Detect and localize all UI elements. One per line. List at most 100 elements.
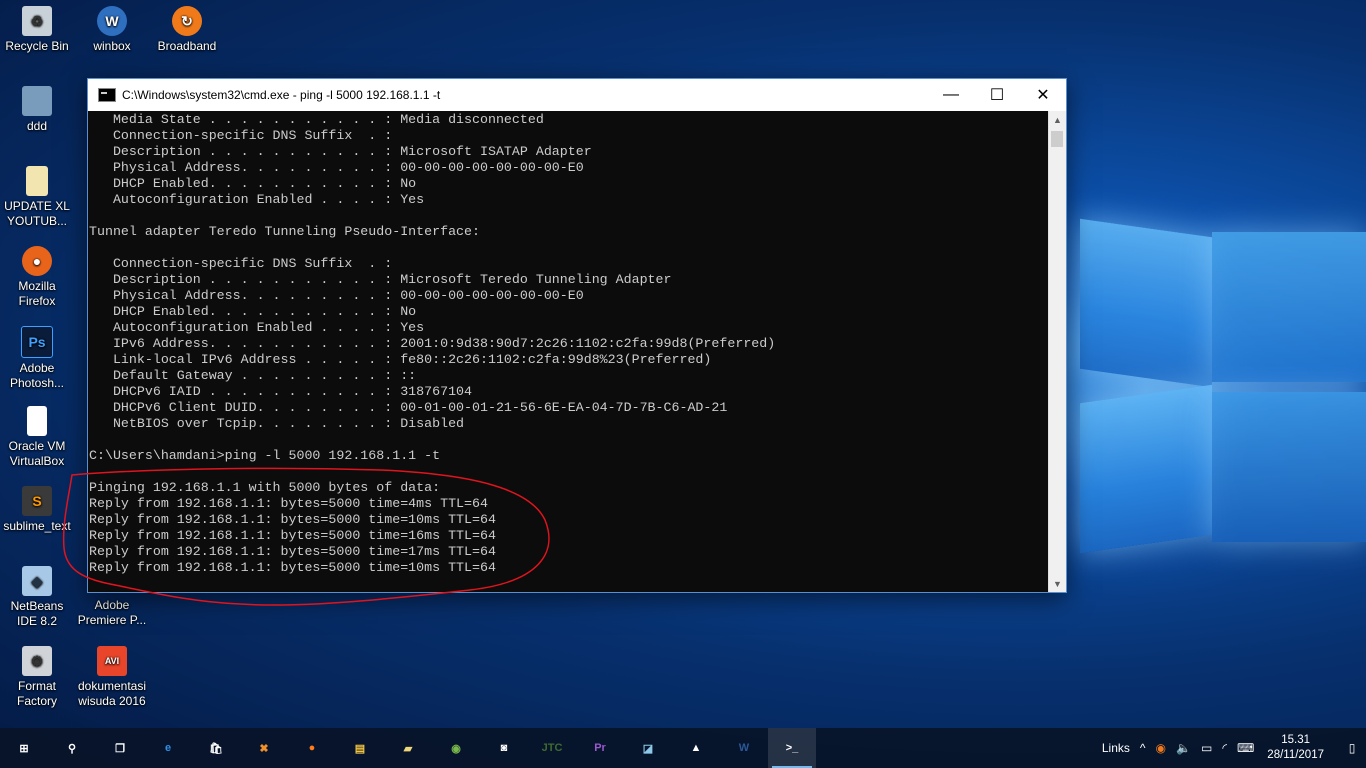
desktop-icon-update-xl[interactable]: UPDATE XL YOUTUB... (0, 166, 74, 229)
wallpaper-logo-pane (1212, 232, 1366, 382)
sublime-icon: S (22, 486, 52, 516)
desktop-icon-label: dokumentasi wisuda 2016 (77, 679, 147, 708)
taskbar: ⊞ ⚲ ❐ e 🛍 ✖ ● ▤ ▰ ◉ ◙ JTC Pr ◪ ▲ W >_ Li… (0, 728, 1366, 768)
desktop-icon-label: ddd (26, 119, 48, 133)
cmd-window-title: C:\Windows\system32\cmd.exe - ping -l 50… (122, 88, 441, 102)
wallpaper-logo-pane (1080, 218, 1212, 388)
avi-file-icon: AVI (97, 646, 127, 676)
task-view-icon: ❐ (115, 742, 125, 755)
desktop-icon-dokumentasi[interactable]: AVI dokumentasi wisuda 2016 (75, 646, 149, 709)
taskbar-xampp[interactable]: ✖ (240, 728, 288, 768)
wallpaper-logo-pane (1080, 384, 1212, 554)
file-icon (26, 166, 48, 196)
notepad-icon: ◪ (642, 742, 654, 755)
cmd-output: Media State . . . . . . . . . . . : Medi… (89, 112, 776, 575)
desktop-icon-label: sublime_text (3, 519, 71, 533)
desktop-icon-recycle-bin[interactable]: ♻ Recycle Bin (0, 6, 74, 54)
scroll-down-arrow-icon[interactable]: ▼ (1049, 575, 1066, 592)
desktop-icon-label: Format Factory (16, 679, 57, 708)
power-icon[interactable]: ▭ (1201, 741, 1212, 755)
image-file-icon (22, 86, 52, 116)
desktop-icon-format-factory[interactable]: ⚙ Format Factory (0, 646, 74, 709)
keyboard-icon[interactable]: ⌨ (1237, 741, 1254, 755)
taskbar-file-explorer[interactable]: ▤ (336, 728, 384, 768)
photoshop-icon: Ps (21, 326, 53, 358)
taskbar-firefox[interactable]: ● (288, 728, 336, 768)
action-center-icon[interactable]: ▯ (1338, 728, 1366, 768)
links-toolbar[interactable]: Links (1102, 741, 1130, 755)
tray-app-icon[interactable]: ◉ (1156, 741, 1166, 755)
desktop-icon-photoshop[interactable]: Ps Adobe Photosh... (0, 326, 74, 391)
desktop-icon-label: Adobe Premiere P... (77, 598, 147, 627)
folder-icon: ▰ (403, 742, 413, 755)
desktop-icon-virtualbox[interactable]: Oracle VM VirtualBox (0, 406, 74, 469)
edge-icon: e (164, 742, 172, 754)
cmd-window[interactable]: C:\Windows\system32\cmd.exe - ping -l 50… (87, 78, 1067, 593)
search-icon: ⚲ (67, 742, 77, 755)
taskbar-cmd[interactable]: >_ (768, 728, 816, 768)
scroll-up-arrow-icon[interactable]: ▲ (1049, 111, 1066, 128)
taskbar-jtc[interactable]: JTC (528, 728, 576, 768)
desktop-icon-premiere[interactable]: Adobe Premiere P... (75, 598, 149, 628)
desktop-icon-label: NetBeans IDE 8.2 (10, 599, 64, 628)
premiere-icon: Pr (594, 742, 606, 754)
close-button[interactable]: ✕ (1020, 79, 1066, 111)
winbox-icon: W (97, 6, 127, 36)
desktop-icon-firefox[interactable]: ● Mozilla Firefox (0, 246, 74, 309)
taskbar-notepad[interactable]: ◪ (624, 728, 672, 768)
taskbar-camera[interactable]: ◙ (480, 728, 528, 768)
desktop-icon-winbox[interactable]: W winbox (75, 6, 149, 54)
start-button[interactable]: ⊞ (0, 728, 48, 768)
document-icon (27, 406, 47, 436)
camera-icon: ◙ (500, 742, 508, 754)
xampp-icon: ✖ (259, 742, 269, 755)
cmd-scrollbar[interactable]: ▲ ▼ (1048, 111, 1066, 592)
desktop-icon-label: UPDATE XL YOUTUB... (4, 199, 70, 228)
desktop-icon-netbeans[interactable]: ◆ NetBeans IDE 8.2 (0, 566, 74, 629)
taskbar-store[interactable]: 🛍 (192, 728, 240, 768)
avi-badge: AVI (104, 655, 120, 666)
clock-time: 15.31 (1281, 734, 1311, 746)
task-view-button[interactable]: ❐ (96, 728, 144, 768)
cmd-console[interactable]: Media State . . . . . . . . . . . : Medi… (88, 111, 1048, 592)
store-icon: 🛍 (209, 742, 223, 755)
system-tray: Links ^ ◉ 🔈 ▭ ◜ ⌨ 15.31 28/11/2017 ▯ (1097, 728, 1366, 768)
netbeans-icon: ◆ (22, 566, 52, 596)
desktop-icon-sublime[interactable]: S sublime_text (0, 486, 74, 534)
desktop-icon-label: Mozilla Firefox (18, 279, 56, 308)
windows-logo-icon: ⊞ (19, 742, 29, 755)
wifi-icon[interactable]: ◜ (1222, 741, 1227, 755)
desktop-icon-broadband[interactable]: ↻ Broadband (150, 6, 224, 54)
clock[interactable]: 15.31 28/11/2017 (1267, 733, 1324, 763)
cmd-titlebar[interactable]: C:\Windows\system32\cmd.exe - ping -l 50… (88, 79, 1066, 111)
tray-chevron-icon[interactable]: ^ (1140, 741, 1146, 755)
taskbar-android-studio[interactable]: ◉ (432, 728, 480, 768)
scrollbar-thumb[interactable] (1051, 131, 1063, 147)
desktop-icon-label: winbox (93, 39, 131, 53)
firefox-icon: ● (308, 742, 316, 754)
word-icon: W (738, 742, 750, 754)
volume-icon[interactable]: 🔈 (1176, 741, 1191, 755)
cmd-window-icon (98, 88, 116, 102)
taskbar-photos[interactable]: ▲ (672, 728, 720, 768)
broadband-icon: ↻ (172, 6, 202, 36)
jtc-icon: JTC (541, 742, 563, 754)
taskbar-search[interactable]: ⚲ (48, 728, 96, 768)
taskbar-edge[interactable]: e (144, 728, 192, 768)
desktop-icon-label: Recycle Bin (5, 39, 69, 53)
clock-date: 28/11/2017 (1267, 749, 1324, 761)
recycle-bin-icon: ♻ (22, 6, 52, 36)
maximize-button[interactable]: ☐ (974, 79, 1020, 111)
format-factory-icon: ⚙ (22, 646, 52, 676)
minimize-button[interactable]: — (928, 79, 974, 111)
taskbar-word[interactable]: W (720, 728, 768, 768)
photos-icon: ▲ (690, 742, 702, 754)
desktop-icon-label: Adobe Photosh... (9, 361, 65, 390)
cmd-icon: >_ (785, 742, 799, 754)
desktop-icon-label: Broadband (157, 39, 217, 53)
firefox-icon: ● (22, 246, 52, 276)
taskbar-folder[interactable]: ▰ (384, 728, 432, 768)
desktop-icon-ddd[interactable]: ddd (0, 86, 74, 134)
wallpaper-logo-pane (1212, 392, 1366, 542)
taskbar-premiere[interactable]: Pr (576, 728, 624, 768)
